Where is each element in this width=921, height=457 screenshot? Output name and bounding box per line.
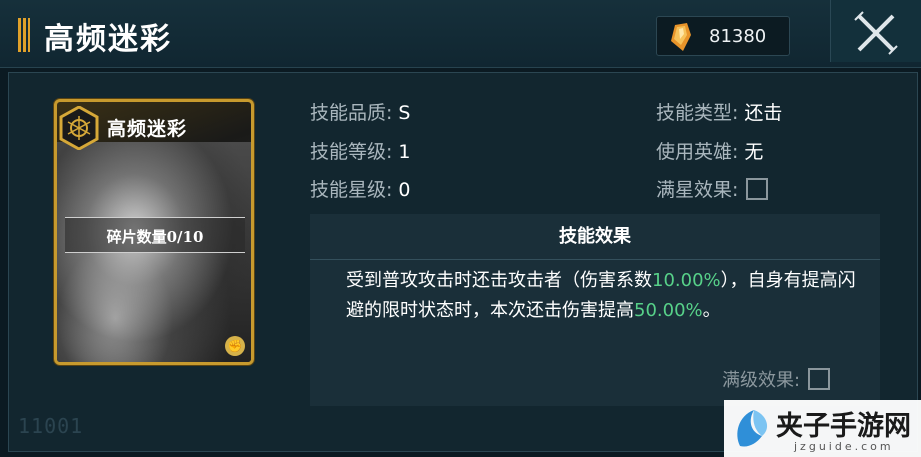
header-bar: 高频迷彩 81380 bbox=[0, 0, 921, 68]
currency-display: 81380 bbox=[656, 16, 790, 56]
fist-icon: ✊ bbox=[225, 336, 245, 356]
max-level-row: 满级效果: bbox=[722, 366, 831, 392]
level-row: 技能等级: 1 bbox=[310, 137, 411, 164]
crystal-icon bbox=[671, 23, 691, 51]
watermark: 夹子手游网 jzguide.com bbox=[724, 400, 921, 457]
fragment-count: 碎片数量0/10 bbox=[106, 228, 204, 246]
hero-value: 无 bbox=[744, 141, 764, 163]
close-button[interactable] bbox=[830, 0, 921, 62]
skill-id: 11001 bbox=[18, 414, 84, 438]
effect-coefficient: 10.00% bbox=[652, 270, 721, 291]
currency-amount: 81380 bbox=[709, 26, 767, 47]
max-star-checkbox[interactable] bbox=[746, 177, 769, 200]
level-label: 技能等级: bbox=[310, 141, 393, 163]
star-value: 0 bbox=[398, 179, 411, 201]
max-star-label: 满星效果: bbox=[656, 179, 739, 201]
hexagon-emblem-icon bbox=[59, 106, 99, 150]
close-icon bbox=[854, 11, 898, 55]
effect-bonus: 50.00% bbox=[634, 300, 703, 321]
max-level-label: 满级效果: bbox=[722, 370, 801, 391]
page-title: 高频迷彩 bbox=[44, 22, 172, 57]
effect-desc-text: 受到普攻攻击时还击攻击者（伤害系数 bbox=[346, 270, 652, 291]
hero-row: 使用英雄: 无 bbox=[656, 137, 763, 164]
type-row: 技能类型: 还击 bbox=[656, 98, 782, 125]
effect-desc-text: 。 bbox=[702, 300, 721, 321]
watermark-name: 夹子手游网 bbox=[776, 411, 911, 442]
quality-row: 技能品质: S bbox=[310, 98, 410, 125]
type-label: 技能类型: bbox=[656, 102, 739, 124]
effect-description: 受到普攻攻击时还击攻击者（伤害系数10.00%），自身有提高闪避的限时状态时，本… bbox=[346, 266, 856, 326]
type-value: 还击 bbox=[744, 102, 783, 124]
skill-card[interactable]: 高频迷彩 碎片数量0/10 ✊ bbox=[54, 99, 254, 365]
level-value: 1 bbox=[398, 141, 411, 163]
title-accent bbox=[18, 18, 30, 52]
quality-value: S bbox=[398, 102, 411, 124]
max-level-checkbox[interactable] bbox=[808, 368, 831, 390]
fragment-bar: 碎片数量0/10 bbox=[65, 217, 245, 253]
hero-label: 使用英雄: bbox=[656, 141, 739, 163]
effect-title: 技能效果 bbox=[310, 214, 880, 260]
watermark-url: jzguide.com bbox=[794, 440, 894, 453]
quality-label: 技能品质: bbox=[310, 102, 393, 124]
watermark-logo-icon bbox=[737, 410, 768, 447]
star-row: 技能星级: 0 bbox=[310, 175, 411, 202]
star-label: 技能星级: bbox=[310, 179, 393, 201]
skill-effect-box: 技能效果 受到普攻攻击时还击攻击者（伤害系数10.00%），自身有提高闪避的限时… bbox=[310, 214, 880, 406]
card-title: 高频迷彩 bbox=[107, 118, 188, 140]
max-star-row: 满星效果: bbox=[656, 175, 769, 202]
